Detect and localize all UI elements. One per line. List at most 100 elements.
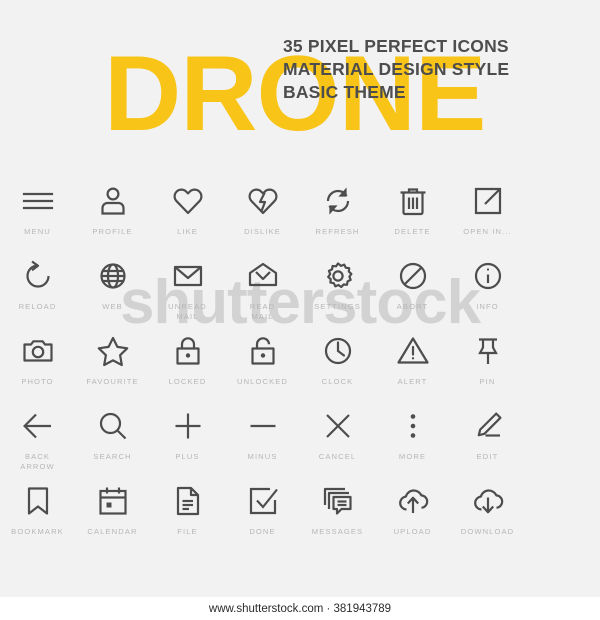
icon-cell-cancel[interactable]: CANCEL (300, 403, 375, 478)
icon-row: BOOKMARK CALENDAR FILE DONE MESSAGES UPL… (0, 478, 600, 553)
icon-label: FAVOURITE (86, 377, 139, 386)
web-icon (92, 255, 134, 297)
icon-cell-upload[interactable]: UPLOAD (375, 478, 450, 553)
icon-cell-info[interactable]: INFO (450, 253, 525, 328)
unlocked-icon (242, 330, 284, 372)
icon-label: SEARCH (93, 452, 132, 461)
icon-cell-refresh[interactable]: REFRESH (300, 178, 375, 253)
more-icon (392, 405, 434, 447)
icon-cell-profile[interactable]: PROFILE (75, 178, 150, 253)
icon-label: DONE (249, 527, 276, 536)
footer-bar: www.shutterstock.com · 381943789 (0, 597, 600, 620)
icon-cell-search[interactable]: SEARCH (75, 403, 150, 478)
unread-mail-icon (167, 255, 209, 297)
icon-cell-photo[interactable]: PHOTO (0, 328, 75, 403)
cancel-icon (317, 405, 359, 447)
icon-label: RELOAD (18, 302, 57, 311)
subtitle-line-3: BASIC THEME (283, 82, 406, 102)
icon-cell-open-in[interactable]: OPEN IN... (450, 178, 525, 253)
dislike-icon (242, 180, 284, 222)
icon-cell-unread-mail[interactable]: UNREAD MAIL (150, 253, 225, 328)
minus-icon (242, 405, 284, 447)
icon-label: UPLOAD (393, 527, 432, 536)
icon-cell-clock[interactable]: CLOCK (300, 328, 375, 403)
icon-cell-settings[interactable]: SETTINGS (300, 253, 375, 328)
icon-cell-menu[interactable]: MENU (0, 178, 75, 253)
icon-cell-minus[interactable]: MINUS (225, 403, 300, 478)
locked-icon (167, 330, 209, 372)
icon-cell-delete[interactable]: DELETE (375, 178, 450, 253)
icon-cell-like[interactable]: LIKE (150, 178, 225, 253)
calendar-icon (92, 480, 134, 522)
icon-label: BACK ARROW (20, 452, 55, 471)
bookmark-icon (17, 480, 59, 522)
icon-row: MENU PROFILE LIKE DISLIKE REFRESH DELETE… (0, 178, 600, 253)
abort-icon (392, 255, 434, 297)
icon-label: MINUS (247, 452, 278, 461)
back-arrow-icon (17, 405, 59, 447)
icon-set-poster: DRONE 35 PIXEL PERFECT ICONS MATERIAL DE… (0, 0, 600, 620)
icon-row: BACK ARROW SEARCH PLUS MINUS CANCEL MORE… (0, 403, 600, 478)
icon-cell-read-mail[interactable]: READ MAIL (225, 253, 300, 328)
icon-label: REFRESH (315, 227, 360, 236)
icon-label: ALERT (397, 377, 428, 386)
icon-cell-alert[interactable]: ALERT (375, 328, 450, 403)
read-mail-icon (242, 255, 284, 297)
icon-cell-favourite[interactable]: FAVOURITE (75, 328, 150, 403)
done-icon (242, 480, 284, 522)
info-icon (467, 255, 509, 297)
icon-label: UNREAD MAIL (168, 302, 207, 321)
open-in-icon (467, 180, 509, 222)
subtitle-line-1: 35 PIXEL PERFECT ICONS (283, 36, 509, 56)
footer-credit: www.shutterstock.com · 381943789 (208, 602, 392, 615)
icon-label: INFO (476, 302, 499, 311)
icon-label: ABORT (396, 302, 429, 311)
subtitle-line-2: MATERIAL DESIGN STYLE (283, 59, 510, 79)
icon-cell-back-arrow[interactable]: BACK ARROW (0, 403, 75, 478)
icon-cell-abort[interactable]: ABORT (375, 253, 450, 328)
icon-label: BOOKMARK (11, 527, 64, 536)
icon-cell-messages[interactable]: MESSAGES (300, 478, 375, 553)
icon-cell-pin[interactable]: PIN (450, 328, 525, 403)
icon-cell-plus[interactable]: PLUS (150, 403, 225, 478)
file-icon (167, 480, 209, 522)
subtitle-block: 35 PIXEL PERFECT ICONS MATERIAL DESIGN S… (283, 35, 509, 104)
profile-icon (92, 180, 134, 222)
poster-header: DRONE 35 PIXEL PERFECT ICONS MATERIAL DE… (0, 0, 600, 160)
icon-label: READ MAIL (249, 302, 276, 321)
clock-icon (317, 330, 359, 372)
icon-cell-file[interactable]: FILE (150, 478, 225, 553)
icon-label: PROFILE (92, 227, 133, 236)
icon-cell-bookmark[interactable]: BOOKMARK (0, 478, 75, 553)
icon-row: RELOAD WEB UNREAD MAIL READ MAIL SETTING… (0, 253, 600, 328)
icon-label: PLUS (175, 452, 200, 461)
icon-label: LOCKED (168, 377, 207, 386)
icon-cell-more[interactable]: MORE (375, 403, 450, 478)
icon-cell-download[interactable]: DOWNLOAD (450, 478, 525, 553)
messages-icon (317, 480, 359, 522)
icon-label: CANCEL (318, 452, 357, 461)
icon-cell-locked[interactable]: LOCKED (150, 328, 225, 403)
icon-label: WEB (102, 302, 123, 311)
icon-cell-web[interactable]: WEB (75, 253, 150, 328)
upload-icon (392, 480, 434, 522)
icon-label: PHOTO (21, 377, 54, 386)
icon-cell-done[interactable]: DONE (225, 478, 300, 553)
icon-label: LIKE (177, 227, 198, 236)
menu-icon (17, 180, 59, 222)
icon-label: CLOCK (321, 377, 354, 386)
icon-label: EDIT (476, 452, 499, 461)
pin-icon (467, 330, 509, 372)
favourite-icon (92, 330, 134, 372)
icon-cell-unlocked[interactable]: UNLOCKED (225, 328, 300, 403)
icon-label: CALENDAR (87, 527, 138, 536)
icon-cell-edit[interactable]: EDIT (450, 403, 525, 478)
icon-label: DELETE (394, 227, 431, 236)
icon-cell-calendar[interactable]: CALENDAR (75, 478, 150, 553)
icon-label: MORE (398, 452, 427, 461)
icon-row: PHOTO FAVOURITE LOCKED UNLOCKED CLOCK AL… (0, 328, 600, 403)
icon-label: MESSAGES (311, 527, 364, 536)
icon-cell-dislike[interactable]: DISLIKE (225, 178, 300, 253)
icon-cell-reload[interactable]: RELOAD (0, 253, 75, 328)
icon-label: PIN (479, 377, 496, 386)
